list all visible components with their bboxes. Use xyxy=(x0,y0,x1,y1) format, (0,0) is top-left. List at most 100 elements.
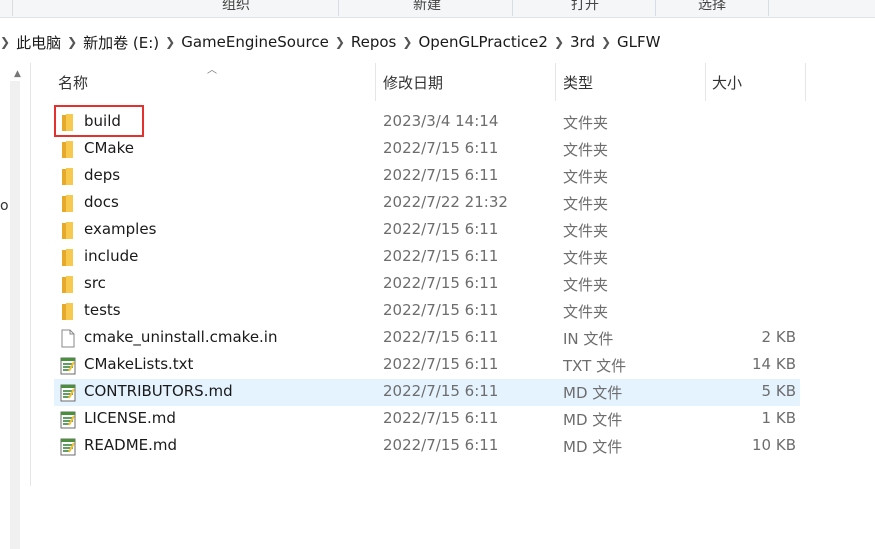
chevron-right-icon[interactable]: ❯ xyxy=(554,35,564,49)
file-date: 2022/7/15 6:11 xyxy=(383,409,499,427)
file-date: 2022/7/15 6:11 xyxy=(383,166,499,184)
file-date: 2022/7/15 6:11 xyxy=(383,220,499,238)
file-date: 2022/7/15 6:11 xyxy=(383,247,499,265)
breadcrumb-drive[interactable]: 新加卷 (E:) xyxy=(83,32,159,53)
file-type: MD 文件 xyxy=(563,384,623,402)
file-row[interactable]: examples 2022/7/15 6:11 文件夹 xyxy=(54,217,800,244)
breadcrumb-repos[interactable]: Repos xyxy=(351,33,397,51)
chevron-right-icon[interactable]: ❯ xyxy=(0,35,10,49)
folder-icon xyxy=(60,140,76,159)
column-header-type[interactable]: 类型 xyxy=(563,63,593,101)
text-file-icon xyxy=(60,356,76,375)
breadcrumb-openglpractice2[interactable]: OpenGLPractice2 xyxy=(418,33,548,51)
file-size: 10 KB xyxy=(752,436,796,454)
file-size: 1 KB xyxy=(761,409,796,427)
file-name: LICENSE.md xyxy=(84,409,176,427)
chevron-right-icon[interactable]: ❯ xyxy=(402,35,412,49)
breadcrumb-this-pc[interactable]: 此电脑 xyxy=(16,32,61,53)
column-header-name[interactable]: 名称 xyxy=(58,63,88,101)
file-row[interactable]: LICENSE.md 2022/7/15 6:11 MD 文件 1 KB xyxy=(54,406,800,433)
file-row[interactable]: build 2023/3/4 14:14 文件夹 xyxy=(54,109,800,136)
column-divider[interactable] xyxy=(705,63,706,101)
sort-ascending-icon: ︿ xyxy=(207,65,217,76)
navigation-scrollbar[interactable] xyxy=(10,81,20,549)
ribbon-group-organize[interactable]: 组织 xyxy=(222,0,250,14)
ribbon-separator xyxy=(12,0,13,16)
file-row[interactable]: tests 2022/7/15 6:11 文件夹 xyxy=(54,298,800,325)
file-type: 文件夹 xyxy=(563,141,609,159)
text-file-icon xyxy=(60,383,76,402)
file-type: 文件夹 xyxy=(563,276,609,294)
text-file-icon xyxy=(60,410,76,429)
file-type: MD 文件 xyxy=(563,411,623,429)
chevron-right-icon[interactable]: ❯ xyxy=(335,35,345,49)
file-date: 2022/7/15 6:11 xyxy=(383,301,499,319)
breadcrumb-gameenginesource[interactable]: GameEngineSource xyxy=(181,33,329,51)
scroll-up-arrow-icon[interactable]: ▲ xyxy=(14,69,21,79)
breadcrumb-3rd[interactable]: 3rd xyxy=(570,33,595,51)
file-name: examples xyxy=(84,220,157,238)
navigation-pane[interactable]: ▲ o xyxy=(0,63,31,549)
file-type: MD 文件 xyxy=(563,438,623,456)
file-date: 2022/7/15 6:11 xyxy=(383,436,499,454)
file-type: IN 文件 xyxy=(563,330,614,348)
ribbon-separator xyxy=(655,0,656,16)
folder-icon xyxy=(60,167,76,186)
file-row[interactable]: CMakeLists.txt 2022/7/15 6:11 TXT 文件 14 … xyxy=(54,352,800,379)
file-name: include xyxy=(84,247,139,265)
file-row[interactable]: CMake 2022/7/15 6:11 文件夹 xyxy=(54,136,800,163)
file-row[interactable]: CONTRIBUTORS.md 2022/7/15 6:11 MD 文件 5 K… xyxy=(54,379,800,406)
column-header-size[interactable]: 大小 xyxy=(712,63,742,101)
folder-icon xyxy=(60,221,76,240)
chevron-right-icon[interactable]: ❯ xyxy=(67,35,77,49)
file-date: 2022/7/15 6:11 xyxy=(383,328,499,346)
file-name: deps xyxy=(84,166,121,184)
ribbon-group-labels: 组织 新建 打开 选择 xyxy=(0,0,875,18)
column-divider[interactable] xyxy=(555,63,556,101)
column-divider[interactable] xyxy=(805,63,806,101)
folder-icon xyxy=(60,194,76,213)
column-header-date[interactable]: 修改日期 xyxy=(383,63,443,101)
file-name: CMake xyxy=(84,139,134,157)
file-type: 文件夹 xyxy=(563,195,609,213)
ribbon-group-open[interactable]: 打开 xyxy=(571,0,599,14)
blank-file-icon xyxy=(60,329,76,348)
file-date: 2022/7/15 6:11 xyxy=(383,274,499,292)
ribbon-group-select[interactable]: 选择 xyxy=(698,0,726,14)
ribbon-separator xyxy=(338,0,339,16)
file-type: TXT 文件 xyxy=(563,357,627,375)
file-row[interactable]: cmake_uninstall.cmake.in 2022/7/15 6:11 … xyxy=(54,325,800,352)
file-date: 2022/7/15 6:11 xyxy=(383,139,499,157)
breadcrumb-glfw[interactable]: GLFW xyxy=(617,33,660,51)
navigation-item-fragment[interactable]: o xyxy=(0,198,9,214)
chevron-right-icon[interactable]: ❯ xyxy=(601,35,611,49)
file-date: 2022/7/22 21:32 xyxy=(383,193,508,211)
file-row[interactable]: deps 2022/7/15 6:11 文件夹 xyxy=(54,163,800,190)
chevron-right-icon[interactable]: ❯ xyxy=(165,35,175,49)
file-date: 2022/7/15 6:11 xyxy=(383,355,499,373)
file-name: tests xyxy=(84,301,121,319)
ribbon-separator xyxy=(768,0,769,16)
file-type: 文件夹 xyxy=(563,249,609,267)
breadcrumb[interactable]: ❯ 此电脑 ❯ 新加卷 (E:) ❯ GameEngineSource ❯ Re… xyxy=(0,27,875,57)
column-divider[interactable] xyxy=(375,63,376,101)
folder-icon xyxy=(60,248,76,267)
file-size: 2 KB xyxy=(761,328,796,346)
file-row[interactable]: docs 2022/7/22 21:32 文件夹 xyxy=(54,190,800,217)
file-type: 文件夹 xyxy=(563,114,609,132)
file-row[interactable]: README.md 2022/7/15 6:11 MD 文件 10 KB xyxy=(54,433,800,460)
file-row[interactable]: include 2022/7/15 6:11 文件夹 xyxy=(54,244,800,271)
file-size: 5 KB xyxy=(761,382,796,400)
file-row[interactable]: src 2022/7/15 6:11 文件夹 xyxy=(54,271,800,298)
file-name: cmake_uninstall.cmake.in xyxy=(84,328,278,346)
ribbon-group-new[interactable]: 新建 xyxy=(413,0,441,14)
file-type: 文件夹 xyxy=(563,222,609,240)
file-size: 14 KB xyxy=(752,355,796,373)
file-date: 2022/7/15 6:11 xyxy=(383,382,499,400)
highlight-annotation-box xyxy=(54,105,144,137)
file-date: 2023/3/4 14:14 xyxy=(383,112,499,130)
file-name: docs xyxy=(84,193,119,211)
text-file-icon xyxy=(60,437,76,456)
file-name: README.md xyxy=(84,436,178,454)
ribbon-separator xyxy=(512,0,513,16)
